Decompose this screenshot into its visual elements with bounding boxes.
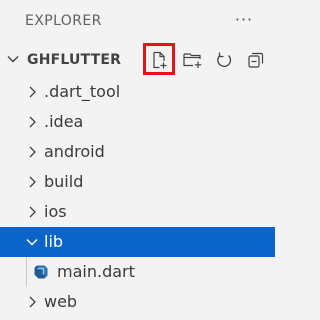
new-folder-icon — [183, 53, 202, 68]
tree-item-ios[interactable]: ios — [0, 197, 275, 227]
workspace-title: GHFLUTTER — [27, 52, 122, 68]
chevron-right-icon — [29, 296, 36, 308]
new-folder-button[interactable] — [180, 46, 206, 74]
chevron-right-icon — [29, 176, 36, 188]
tree-item-main-dart[interactable]: main.dart — [0, 257, 275, 287]
file-tree: .dart_tool .idea android build ios lib m… — [0, 77, 275, 317]
refresh-button[interactable] — [211, 46, 237, 74]
new-file-highlight — [143, 43, 175, 75]
tree-item-dart-tool[interactable]: .dart_tool — [0, 77, 275, 107]
explorer-panel: EXPLORER ··· GHFLUTTER .dart_tool .idea … — [0, 0, 275, 320]
refresh-icon — [217, 52, 232, 68]
chevron-right-icon — [29, 116, 36, 128]
tree-item-label: lib — [44, 232, 64, 251]
explorer-header: EXPLORER ··· — [0, 0, 275, 44]
explorer-title: EXPLORER — [25, 13, 102, 29]
tree-item-android[interactable]: android — [0, 137, 275, 167]
tree-item-label: .idea — [44, 112, 84, 131]
tree-item-label: android — [44, 142, 105, 161]
chevron-right-icon — [29, 206, 36, 218]
tree-item-label: web — [44, 292, 78, 311]
tree-item-label: .dart_tool — [44, 82, 121, 101]
tree-item-label: build — [44, 172, 84, 191]
workspace-section-header[interactable]: GHFLUTTER — [0, 44, 275, 76]
chevron-down-icon — [26, 239, 38, 246]
collapse-all-button[interactable] — [243, 46, 269, 74]
tree-item-label: ios — [44, 202, 67, 221]
tree-item-label: main.dart — [57, 262, 135, 281]
tree-item-build[interactable]: build — [0, 167, 275, 197]
chevron-right-icon — [29, 146, 36, 158]
indent-guide — [26, 257, 27, 287]
chevron-right-icon — [29, 86, 36, 98]
more-actions-icon[interactable]: ··· — [231, 6, 257, 32]
chevron-down-icon — [7, 56, 19, 63]
tree-item-idea[interactable]: .idea — [0, 107, 275, 137]
collapse-all-icon — [248, 52, 264, 68]
tree-item-lib[interactable]: lib — [0, 227, 275, 257]
tree-item-web[interactable]: web — [0, 287, 275, 317]
dart-file-icon — [34, 265, 48, 279]
